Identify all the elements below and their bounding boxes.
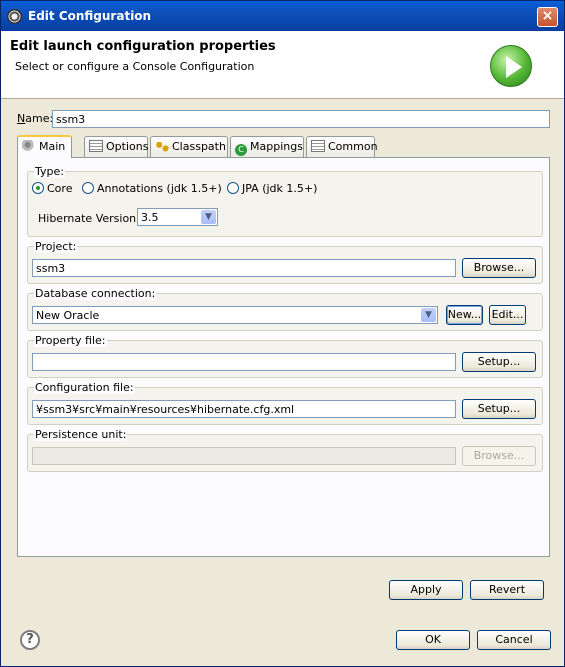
- radio-jpa[interactable]: JPA (jdk 1.5+): [227, 182, 317, 195]
- revert-button[interactable]: Revert: [470, 580, 544, 600]
- persistence-unit-group: Persistence unit: Browse...: [27, 428, 543, 472]
- configuration-file-input[interactable]: [32, 400, 456, 418]
- edit-configuration-dialog: Edit Configuration × Edit launch configu…: [0, 0, 565, 667]
- persistence-unit-browse-button: Browse...: [462, 446, 536, 466]
- mappings-icon: C: [235, 144, 247, 156]
- main-tab-panel: Type: Core Annotations (jdk 1.5+) JPA (j…: [17, 157, 550, 557]
- property-file-legend: Property file:: [34, 334, 107, 347]
- radio-annotations-label: Annotations (jdk 1.5+): [97, 182, 222, 195]
- tab-options[interactable]: Options: [84, 136, 148, 157]
- help-icon[interactable]: ?: [20, 630, 40, 650]
- configuration-file-setup-button[interactable]: Setup...: [462, 399, 536, 419]
- database-connection-value: New Oracle: [36, 309, 100, 322]
- dialog-header: Edit launch configuration properties Sel…: [1, 31, 564, 99]
- tab-main-label: Main: [39, 140, 66, 153]
- hibernate-icon: [22, 140, 36, 152]
- project-group: Project: Browse...: [27, 240, 543, 284]
- tab-mappings-label: Mappings: [250, 140, 303, 153]
- title-bar[interactable]: Edit Configuration ×: [1, 1, 564, 31]
- hibernate-version-select[interactable]: 3.5 ▼: [137, 208, 218, 226]
- tab-classpath-label: Classpath: [172, 140, 226, 153]
- hibernate-version-value: 3.5: [141, 211, 159, 224]
- chevron-down-icon[interactable]: ▼: [201, 210, 216, 224]
- property-file-setup-button[interactable]: Setup...: [462, 352, 536, 372]
- radio-core-dot: [32, 182, 44, 194]
- project-legend: Project:: [34, 240, 78, 253]
- edit-connection-button[interactable]: Edit...: [489, 305, 526, 325]
- apply-button[interactable]: Apply: [389, 580, 463, 600]
- eclipse-gear-icon: [7, 9, 22, 24]
- radio-annotations[interactable]: Annotations (jdk 1.5+): [82, 182, 222, 195]
- header-title: Edit launch configuration properties: [10, 39, 276, 54]
- tab-common-label: Common: [328, 140, 378, 153]
- name-label: Name:: [17, 112, 54, 125]
- tab-main[interactable]: Main: [17, 135, 72, 158]
- type-group: Type: Core Annotations (jdk 1.5+) JPA (j…: [27, 165, 543, 237]
- tab-mappings[interactable]: C Mappings: [230, 136, 304, 157]
- radio-core[interactable]: Core: [32, 182, 72, 195]
- hibernate-version-label: Hibernate Version:: [38, 212, 140, 225]
- ok-button[interactable]: OK: [396, 630, 470, 650]
- tab-options-label: Options: [106, 140, 149, 153]
- radio-jpa-dot: [227, 182, 239, 194]
- name-input[interactable]: [52, 110, 550, 128]
- tab-common[interactable]: Common: [306, 136, 378, 157]
- configuration-file-legend: Configuration file:: [34, 381, 135, 394]
- radio-core-label: Core: [47, 182, 73, 195]
- radio-jpa-label: JPA (jdk 1.5+): [242, 182, 318, 195]
- classpath-icon: [155, 140, 169, 152]
- configuration-file-group: Configuration file: Setup...: [27, 381, 543, 425]
- project-browse-button[interactable]: Browse...: [462, 258, 536, 278]
- table-icon: [89, 140, 103, 152]
- database-legend: Database connection:: [34, 287, 157, 300]
- cancel-button[interactable]: Cancel: [477, 630, 551, 650]
- radio-annotations-dot: [82, 182, 94, 194]
- run-icon: [490, 45, 532, 87]
- header-subtitle: Select or configure a Console Configurat…: [15, 60, 255, 73]
- table-icon: [311, 140, 325, 152]
- persistence-unit-input: [32, 447, 456, 465]
- project-input[interactable]: [32, 259, 456, 277]
- persistence-unit-legend: Persistence unit:: [34, 428, 128, 441]
- chevron-down-icon[interactable]: ▼: [421, 308, 436, 322]
- type-legend: Type:: [34, 165, 65, 178]
- property-file-input[interactable]: [32, 353, 456, 371]
- database-connection-select[interactable]: New Oracle ▼: [32, 306, 438, 324]
- database-group: Database connection: New Oracle ▼ New...…: [27, 287, 543, 331]
- window-title: Edit Configuration: [28, 9, 152, 23]
- new-connection-button[interactable]: New...: [446, 305, 483, 325]
- tab-classpath[interactable]: Classpath: [150, 136, 228, 157]
- property-file-group: Property file: Setup...: [27, 334, 543, 378]
- close-button[interactable]: ×: [537, 7, 558, 27]
